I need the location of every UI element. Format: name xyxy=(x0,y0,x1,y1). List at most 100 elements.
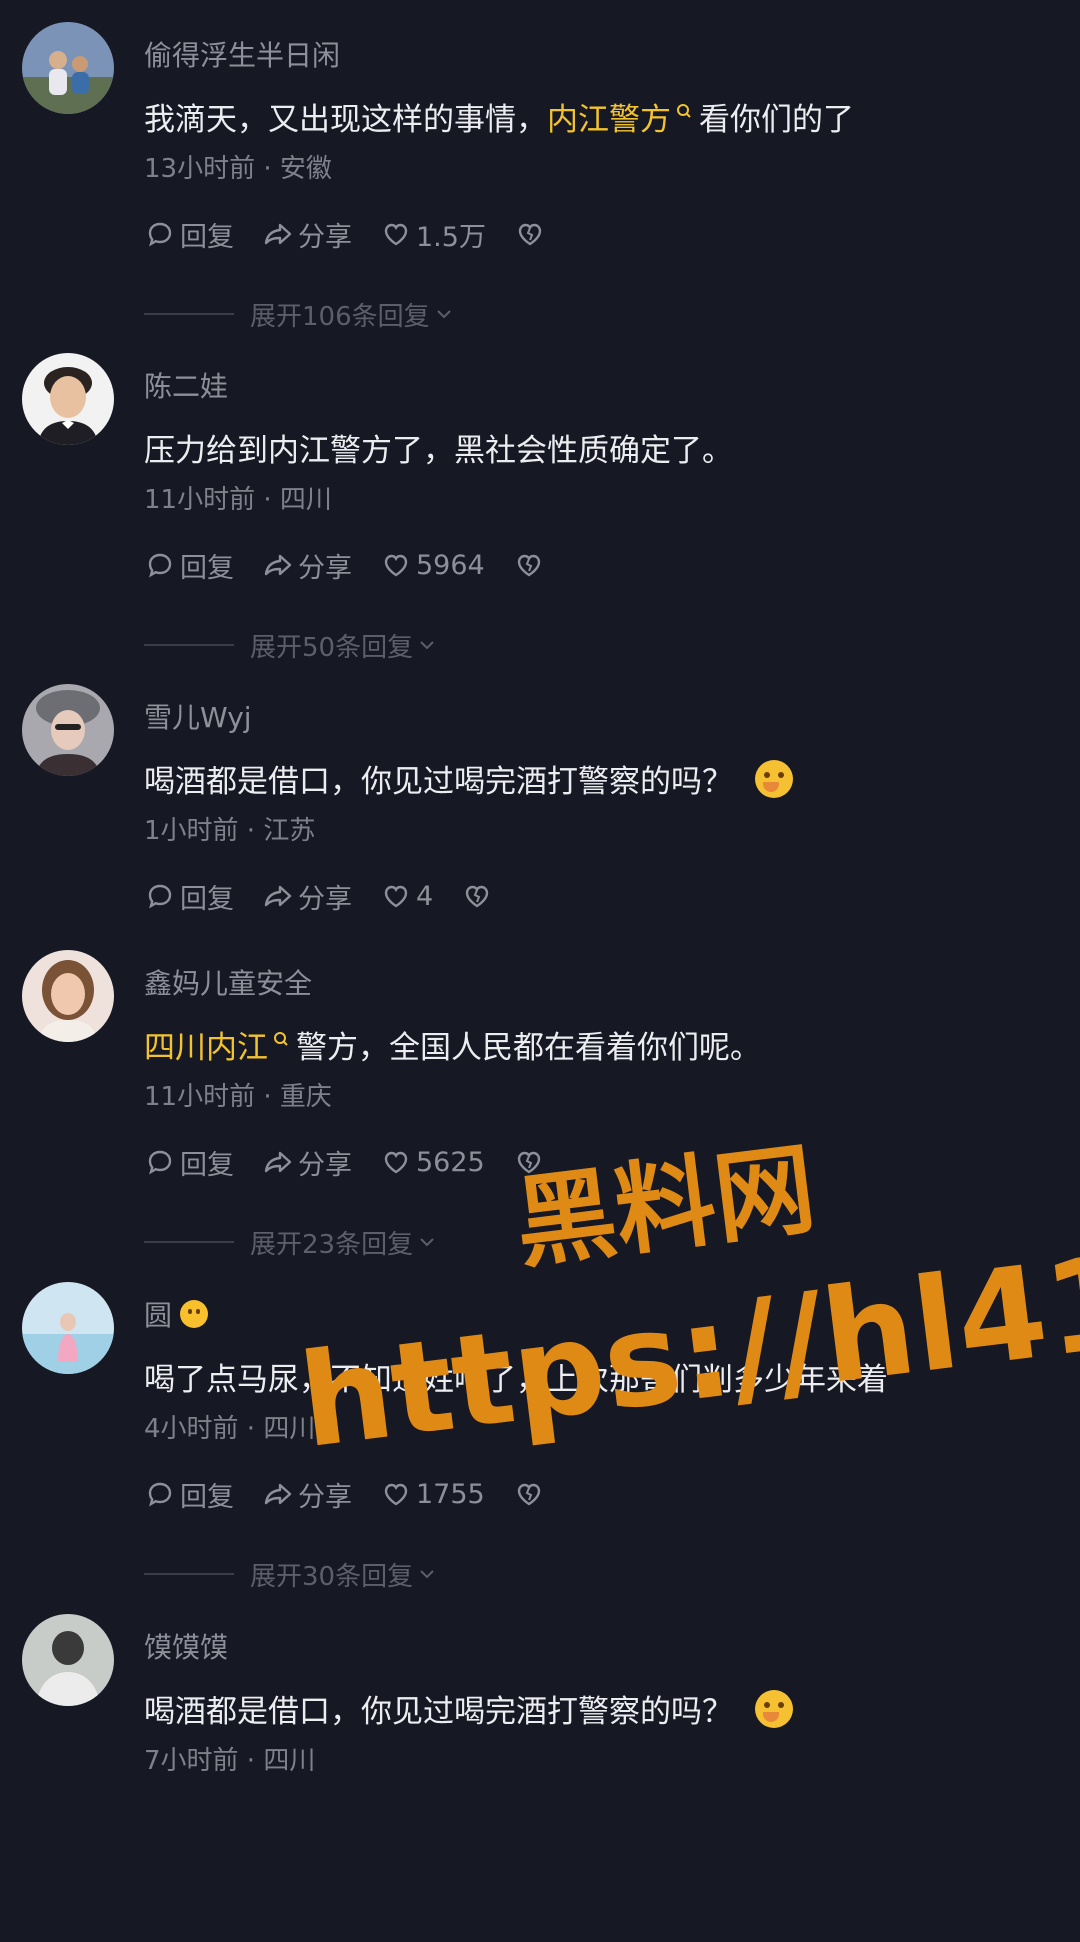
reply-label: 回复 xyxy=(180,1149,234,1181)
search-icon xyxy=(675,103,693,121)
username[interactable]: 馍馍馍 xyxy=(144,1626,228,1666)
dislike-button[interactable] xyxy=(513,1146,545,1178)
comment-time-location: 7小时前 · 四川 xyxy=(144,1746,316,1776)
like-button[interactable]: 4 xyxy=(380,880,433,912)
comment-item: 偷得浮生半日闲 我滴天，又出现这样的事情， 内江警方 看你们的了 13小时前 ·… xyxy=(0,20,1080,350)
like-count: 1.5万 xyxy=(416,221,486,253)
avatar-photo-woman xyxy=(22,950,114,1042)
chevron-down-icon xyxy=(420,1238,434,1247)
comment-item: 鑫妈儿童安全 四川内江 警方，全国人民都在看着你们呢。 11小时前 · 重庆 回… xyxy=(0,948,1080,1278)
reply-button[interactable]: 回复 xyxy=(144,215,234,254)
comment-item: 陈二娃 压力给到内江警方了，黑社会性质确定了。 11小时前 · 四川 回复 分享… xyxy=(0,351,1080,681)
share-label: 分享 xyxy=(298,1149,352,1181)
heart-icon xyxy=(384,885,408,908)
comment-item: 圆 喝了点马尿，不知道姓啥了，上次那哥们判多少年来着 4小时前 · 四川 回复 … xyxy=(0,1280,1080,1610)
share-button[interactable]: 分享 xyxy=(262,877,352,916)
expand-replies-label: 展开30条回复 xyxy=(250,1561,414,1592)
share-button[interactable]: 分享 xyxy=(262,1475,352,1514)
username[interactable]: 偷得浮生半日闲 xyxy=(144,34,340,74)
username[interactable]: 陈二娃 xyxy=(144,365,228,405)
comment-actions: 回复 分享 5625 xyxy=(144,1143,545,1182)
dislike-button[interactable] xyxy=(513,549,545,581)
comment-text-part: 我滴天，又出现这样的事情， xyxy=(144,102,547,138)
like-count: 5964 xyxy=(416,549,485,581)
avatar[interactable] xyxy=(22,1282,114,1374)
username[interactable]: 鑫妈儿童安全 xyxy=(144,962,312,1002)
like-count: 1755 xyxy=(416,1478,485,1510)
divider xyxy=(144,1573,234,1575)
search-keyword-link[interactable]: 内江警方 xyxy=(547,94,671,139)
avatar[interactable] xyxy=(22,1614,114,1706)
share-label: 分享 xyxy=(298,883,352,915)
chevron-down-icon xyxy=(420,1570,434,1579)
reply-button[interactable]: 回复 xyxy=(144,1143,234,1182)
reply-icon xyxy=(148,1150,172,1175)
share-icon xyxy=(264,885,292,907)
like-button[interactable]: 5964 xyxy=(380,549,485,581)
comment-time-location: 4小时前 · 四川 xyxy=(144,1414,316,1444)
like-button[interactable]: 5625 xyxy=(380,1146,485,1178)
dislike-button[interactable] xyxy=(513,1478,545,1510)
avatar-photo-woman-hat xyxy=(22,684,114,776)
expand-replies-button[interactable]: 展开30条回复 xyxy=(144,1556,437,1592)
comment-text: 四川内江 警方，全国人民都在看着你们呢。 xyxy=(144,1022,761,1067)
thinking-face-emoji-icon xyxy=(755,1689,793,1728)
dislike-button[interactable] xyxy=(514,218,546,250)
avatar-photo-person xyxy=(22,1614,114,1706)
avatar[interactable] xyxy=(22,950,114,1042)
share-icon xyxy=(264,554,292,576)
comment-actions: 回复 分享 1.5万 xyxy=(144,215,546,254)
divider xyxy=(144,1241,234,1243)
heart-icon xyxy=(384,554,408,577)
username-label[interactable]: 圆 xyxy=(144,1294,172,1334)
expand-replies-button[interactable]: 展开23条回复 xyxy=(144,1224,437,1260)
comment-time-location: 11小时前 · 重庆 xyxy=(144,1082,332,1112)
share-icon xyxy=(264,1483,292,1505)
heart-icon xyxy=(384,1151,408,1174)
reply-button[interactable]: 回复 xyxy=(144,877,234,916)
comment-actions: 回复 分享 4 xyxy=(144,877,493,916)
broken-heart-icon xyxy=(518,223,542,246)
broken-heart-icon xyxy=(517,554,540,577)
share-label: 分享 xyxy=(298,552,352,584)
divider xyxy=(144,644,234,646)
expand-replies-button[interactable]: 展开106条回复 xyxy=(144,296,454,332)
heart-icon xyxy=(384,223,408,246)
heart-icon xyxy=(384,1483,408,1506)
comment-text-part: 看你们的了 xyxy=(699,102,854,138)
reply-button[interactable]: 回复 xyxy=(144,1475,234,1514)
smile-emoji-icon xyxy=(180,1300,209,1328)
comment-text-part: 喝酒都是借口，你见过喝完酒打警察的吗？ xyxy=(144,764,733,800)
search-keyword-link[interactable]: 四川内江 xyxy=(144,1022,268,1067)
share-button[interactable]: 分享 xyxy=(262,1143,352,1182)
expand-replies-button[interactable]: 展开50条回复 xyxy=(144,627,437,663)
expand-replies-label: 展开23条回复 xyxy=(250,1229,414,1260)
share-label: 分享 xyxy=(298,1481,352,1513)
like-button[interactable]: 1755 xyxy=(380,1478,485,1510)
expand-replies-label: 展开106条回复 xyxy=(250,301,430,332)
avatar[interactable] xyxy=(22,684,114,776)
broken-heart-icon xyxy=(465,885,489,908)
like-count: 4 xyxy=(416,880,434,912)
comment-time-location: 11小时前 · 四川 xyxy=(144,485,332,515)
comment-text: 喝了点马尿，不知道姓啥了，上次那哥们判多少年来着 xyxy=(144,1362,888,1398)
reply-button[interactable]: 回复 xyxy=(144,546,234,585)
share-button[interactable]: 分享 xyxy=(262,546,352,585)
avatar[interactable] xyxy=(22,22,114,114)
like-button[interactable]: 1.5万 xyxy=(380,215,486,254)
reply-icon xyxy=(148,553,172,578)
comment-text-part: 警方，全国人民都在看着你们呢。 xyxy=(296,1030,761,1066)
avatar-photo-portrait xyxy=(22,353,114,445)
dislike-button[interactable] xyxy=(461,880,493,912)
share-button[interactable]: 分享 xyxy=(262,215,352,254)
reply-icon xyxy=(148,884,172,909)
expand-replies-label: 展开50条回复 xyxy=(250,632,414,663)
comment-text: 我滴天，又出现这样的事情， 内江警方 看你们的了 xyxy=(144,94,854,139)
comment-actions: 回复 分享 1755 xyxy=(144,1475,545,1514)
comment-item: 馍馍馍 喝酒都是借口，你见过喝完酒打警察的吗？ 7小时前 · 四川 xyxy=(0,1612,1080,1942)
comment-text: 喝酒都是借口，你见过喝完酒打警察的吗？ xyxy=(144,1686,793,1731)
reply-label: 回复 xyxy=(180,1481,234,1513)
avatar[interactable] xyxy=(22,353,114,445)
username[interactable]: 雪儿Wyj xyxy=(144,696,252,736)
like-count: 5625 xyxy=(416,1146,485,1178)
